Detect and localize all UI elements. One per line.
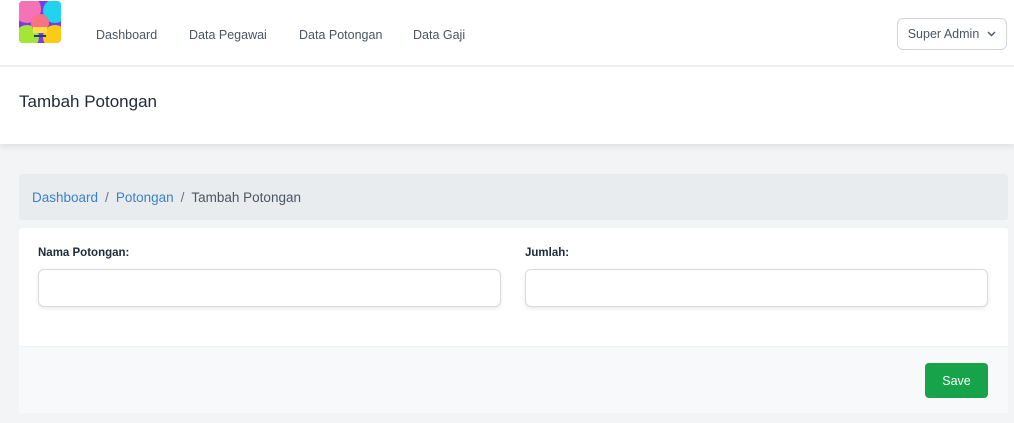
breadcrumb-current: Tambah Potongan [191,189,301,205]
breadcrumb-separator: / [180,189,185,205]
nav-link-data-potongan[interactable]: Data Potongan [299,28,382,42]
save-button[interactable]: Save [925,363,988,398]
nav-link-data-gaji[interactable]: Data Gaji [413,28,465,42]
breadcrumb-link-dashboard[interactable]: Dashboard [32,190,98,205]
form-footer: Save [19,346,1008,413]
page-title: Tambah Potongan [19,92,157,111]
form-card: Nama Potongan: Jumlah: Save [19,228,1008,413]
chevron-down-icon [987,31,996,37]
jumlah-input[interactable] [525,269,988,307]
breadcrumb-link-potongan[interactable]: Potongan [116,190,174,205]
user-menu-button[interactable]: Super Admin [897,18,1007,50]
nama-potongan-input[interactable] [38,269,501,307]
breadcrumb-separator: / [105,189,109,205]
top-navbar: Dashboard Data Pegawai Data Potongan Dat… [0,0,1014,66]
page-header: Tambah Potongan [0,67,1014,144]
nav-link-data-pegawai[interactable]: Data Pegawai [189,28,267,42]
user-menu-label: Super Admin [907,27,980,41]
breadcrumb: Dashboard / Potongan / Tambah Potongan [19,174,1008,220]
nama-potongan-label: Nama Potongan: [38,247,130,259]
app-logo[interactable] [19,1,61,43]
jumlah-label: Jumlah: [525,247,570,259]
nav-link-dashboard[interactable]: Dashboard [96,28,157,42]
